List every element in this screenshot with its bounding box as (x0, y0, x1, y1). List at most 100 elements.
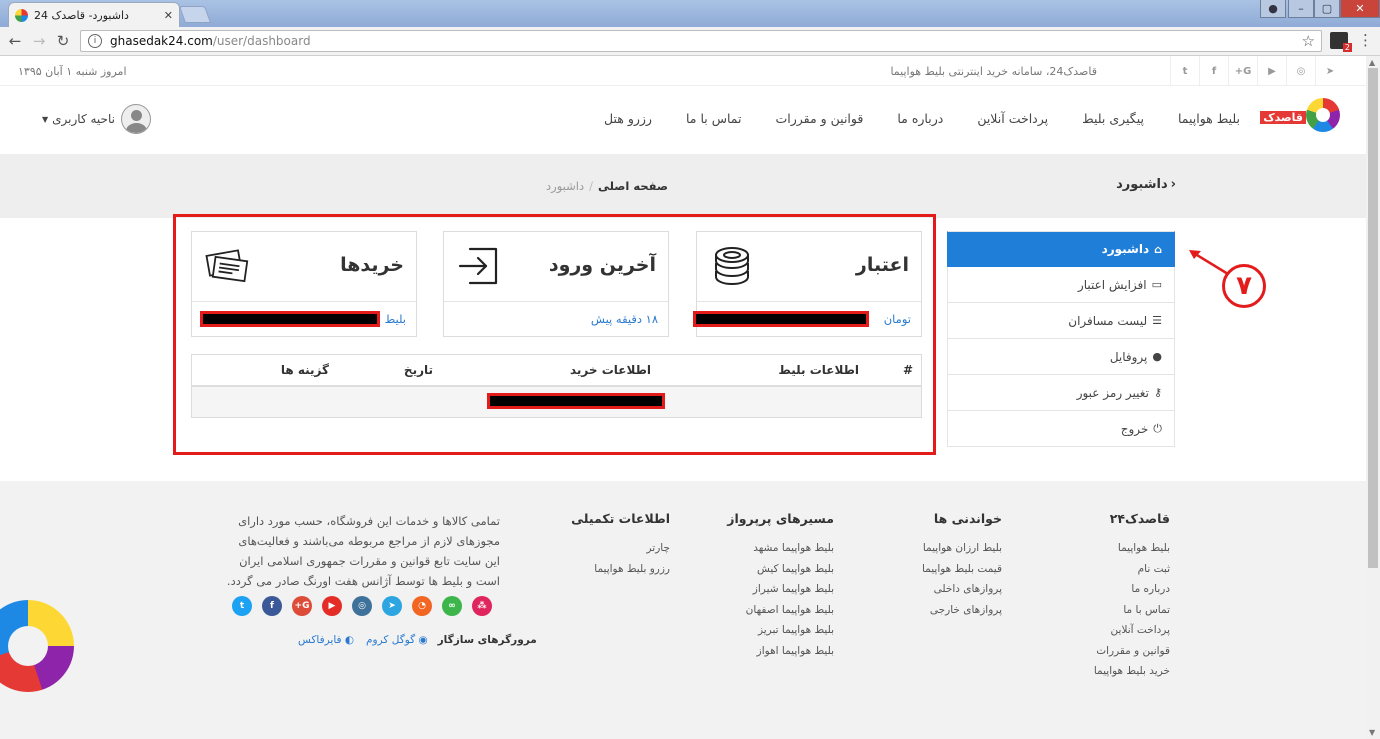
footer-link[interactable]: قیمت بلیط هواپیما (922, 559, 1002, 580)
sidebar-item-dashboard[interactable]: ⌂ داشبورد (947, 231, 1175, 267)
instagram-icon[interactable]: ◎ (1286, 56, 1315, 86)
scroll-up-icon[interactable]: ▲ (1369, 58, 1375, 67)
tab-close-icon[interactable]: ✕ (164, 9, 173, 22)
chrome-icon: ◉ (415, 634, 428, 646)
footer-link[interactable]: بلیط هواپیما اهواز (727, 641, 834, 662)
footer-social-links: t f G+ ▶ ◎ ➤ ◔ ∞ ⁂ (232, 596, 492, 616)
new-tab-button[interactable] (178, 6, 212, 23)
user-area-dropdown[interactable]: ناحیه کاربری ▼ (42, 104, 151, 134)
nav-link-contact[interactable]: تماس با ما (686, 111, 742, 126)
nav-links: بلیط هواپیما پیگیری بلیط پرداخت آنلاین د… (570, 111, 1240, 126)
footer-link[interactable]: بلیط ارزان هواپیما (922, 538, 1002, 559)
user-area-label: ناحیه کاربری (52, 112, 115, 126)
twitter-icon[interactable]: t (1170, 56, 1199, 86)
youtube-icon[interactable]: ▶ (1257, 56, 1286, 86)
profile-icon[interactable]: ● (1260, 0, 1286, 18)
nav-link-rules[interactable]: قوانین و مقررات (775, 111, 863, 126)
site-logo[interactable]: قاصدک (1260, 98, 1340, 134)
page-title: ‹داشبورد (1116, 177, 1176, 192)
footer-link[interactable]: رزرو بلیط هواپیما (571, 559, 670, 580)
nav-link-flights[interactable]: بلیط هواپیما (1178, 111, 1240, 126)
current-date: امروز شنبه ۱ آبان ۱۳۹۵ (18, 65, 127, 78)
aparat-icon[interactable]: ∞ (442, 596, 462, 616)
browser-menu-icon[interactable]: ⋮ (1358, 31, 1373, 49)
google-plus-icon[interactable]: G+ (1228, 56, 1257, 86)
sidebar-item-passengers[interactable]: ☰ لیست مسافران (947, 303, 1175, 339)
scrollbar-thumb[interactable] (1368, 68, 1378, 568)
sidebar-item-profile[interactable]: ● پروفایل (947, 339, 1175, 375)
browser-tab[interactable]: داشبورد- قاصدک 24 ✕ (8, 2, 180, 27)
sidebar-item-label: پروفایل (1109, 349, 1148, 364)
bookmark-star-icon[interactable]: ☆ (1302, 32, 1315, 50)
footer-link[interactable]: ثبت نام (1094, 559, 1170, 580)
footer-link[interactable]: قوانین و مقررات (1094, 641, 1170, 662)
address-bar[interactable]: i ghasedak24.com/user/dashboard ☆ (80, 30, 1322, 52)
cafebazaar-icon[interactable]: ⁂ (472, 596, 492, 616)
firefox-link[interactable]: ◐ فایرفاکس (298, 634, 354, 646)
footer-link[interactable]: بلیط هواپیما شیراز (727, 579, 834, 600)
footer-link[interactable]: پروازهای داخلی (922, 579, 1002, 600)
site-footer: قاصدک۲۴ بلیط هواپیما ثبت نام درباره ما ت… (0, 481, 1366, 739)
back-arrow-icon[interactable]: ← (6, 32, 24, 50)
reload-icon[interactable]: ↻ (54, 32, 72, 50)
breadcrumb-home[interactable]: صفحه اصلی (598, 179, 668, 193)
browsers-title: مرورگرهای سازگار (437, 634, 537, 646)
top-social-links: ➤ ◎ ▶ G+ f t (1170, 56, 1344, 86)
scroll-down-icon[interactable]: ▼ (1369, 728, 1375, 737)
footer-link[interactable]: تماس با ما (1094, 600, 1170, 621)
dashboard-sidebar: ⌂ داشبورد ▭ افزایش اعتبار ☰ لیست مسافران ● پ… (947, 231, 1175, 447)
telegram-icon[interactable]: ➤ (1315, 56, 1344, 86)
footer-link[interactable]: درباره ما (1094, 579, 1170, 600)
tab-title: داشبورد- قاصدک 24 (34, 8, 129, 22)
telegram-icon[interactable]: ➤ (382, 596, 402, 616)
maximize-button[interactable]: ▢ (1314, 0, 1340, 18)
user-icon: ● (1152, 350, 1162, 363)
footer-column-title: خواندنی ها (933, 511, 1002, 526)
info-icon[interactable]: i (88, 34, 102, 48)
sidebar-item-logout[interactable]: ⏻ خروج (947, 411, 1175, 447)
footer-link[interactable]: بلیط هواپیما (1094, 538, 1170, 559)
sidebar-item-change-password[interactable]: ⚷ تغییر رمز عبور (947, 375, 1175, 411)
footer-column-readings: خواندنی ها بلیط ارزان هواپیما قیمت بلیط … (922, 511, 1002, 620)
list-icon: ☰ (1152, 314, 1162, 327)
key-icon: ⚷ (1153, 386, 1162, 399)
forward-arrow-icon[interactable]: → (30, 32, 48, 50)
footer-link[interactable]: پروازهای خارجی (922, 600, 1002, 621)
highlight-frame (173, 214, 936, 455)
twitter-icon[interactable]: t (232, 596, 252, 616)
sidebar-item-label: تغییر رمز عبور (1076, 385, 1149, 400)
footer-link[interactable]: بلیط هواپیما اصفهان (727, 600, 834, 621)
footer-link[interactable]: چارتر (571, 538, 670, 559)
instagram-icon[interactable]: ◎ (352, 596, 372, 616)
url-path: /user/dashboard (212, 34, 311, 48)
footer-link[interactable]: پرداخت آنلاین (1094, 620, 1170, 641)
rss-icon[interactable]: ◔ (412, 596, 432, 616)
window-close-button[interactable]: ✕ (1340, 0, 1380, 18)
avatar (120, 104, 151, 134)
sidebar-item-increase-credit[interactable]: ▭ افزایش اعتبار (947, 267, 1175, 303)
extension-icon[interactable]: 2 (1330, 32, 1352, 52)
footer-link[interactable]: بلیط هواپیما کیش (727, 559, 834, 580)
facebook-icon[interactable]: f (262, 596, 282, 616)
footer-link[interactable]: بلیط هواپیما تبریز (727, 620, 834, 641)
minimize-button[interactable]: – (1288, 0, 1314, 18)
browser-toolbar: ← → ↻ i ghasedak24.com/user/dashboard ☆ … (0, 27, 1380, 56)
footer-link[interactable]: بلیط هواپیما مشهد (727, 538, 834, 559)
youtube-icon[interactable]: ▶ (322, 596, 342, 616)
page-scrollbar[interactable]: ▲ ▼ (1366, 56, 1380, 739)
nav-link-online-payment[interactable]: پرداخت آنلاین (977, 111, 1048, 126)
facebook-icon[interactable]: f (1199, 56, 1228, 86)
nav-link-track-ticket[interactable]: پیگیری بلیط (1082, 111, 1144, 126)
google-plus-icon[interactable]: G+ (292, 596, 312, 616)
breadcrumb: صفحه اصلی / داشبورد (546, 179, 668, 193)
nav-link-hotel[interactable]: رزرو هتل (604, 111, 652, 126)
footer-link[interactable]: خرید بلیط هواپیما (1094, 661, 1170, 682)
annotation-arrow-icon (1189, 250, 1229, 276)
extension-badge: 2 (1342, 43, 1352, 52)
footer-about-text: تمامی کالاها و خدمات این فروشگاه، حسب مو… (226, 514, 500, 588)
nav-link-about[interactable]: درباره ما (897, 111, 943, 126)
chrome-link[interactable]: ◉ گوگل کروم (366, 634, 428, 646)
url-host: ghasedak24.com (110, 34, 213, 48)
sidebar-item-label: خروج (1120, 421, 1149, 436)
main-navigation: قاصدک بلیط هواپیما پیگیری بلیط پرداخت آن… (0, 86, 1366, 154)
